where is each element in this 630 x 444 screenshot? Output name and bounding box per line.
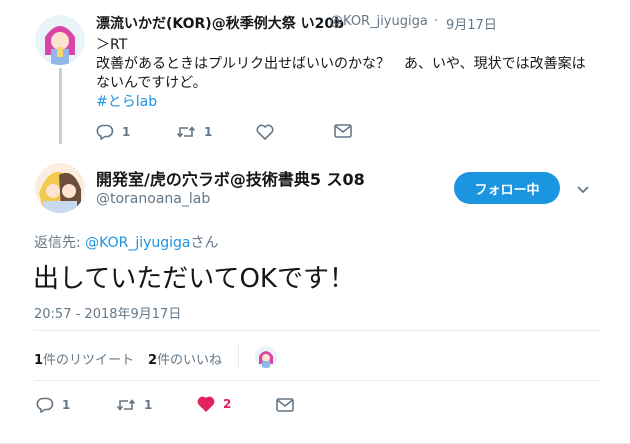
main-display-name[interactable]: 開発室/虎の穴ラボ@技術書典5 ス08 (96, 166, 365, 190)
parent-text-line: 改善があるときはプルリク出せばいいのかな？ あ、いや、現状では改善案は (96, 56, 586, 72)
avatar[interactable] (35, 15, 85, 65)
dm-button[interactable] (334, 124, 352, 138)
dm-button[interactable] (276, 398, 294, 412)
envelope-icon (334, 124, 352, 138)
main-tweet-text: 出していただいてOKです！ (33, 264, 355, 294)
parent-date[interactable]: 9月17日 (446, 14, 497, 33)
reply-button[interactable]: 1 (96, 124, 130, 140)
hashtag-link[interactable]: #とらlab (96, 93, 586, 112)
follow-button[interactable]: フォロー中 (454, 172, 560, 204)
heart-icon (197, 396, 215, 412)
divider (34, 380, 600, 381)
heart-icon (256, 124, 274, 140)
reply-icon (96, 124, 114, 140)
avatar[interactable] (35, 163, 85, 213)
reply-count: 1 (122, 125, 131, 139)
reply-suffix: さん (190, 235, 219, 251)
reply-button[interactable]: 1 (36, 397, 70, 413)
retweet-stats-count: 1 (34, 353, 44, 368)
envelope-icon (276, 398, 294, 412)
retweet-icon (116, 399, 136, 411)
retweet-count: 1 (144, 398, 153, 412)
parent-text-line: ないんですけど。 (96, 75, 207, 91)
reply-context: 返信先: @KOR_jiyugigaさん (34, 232, 219, 252)
like-stats[interactable]: 2件のいいね (148, 349, 222, 368)
parent-display-name[interactable]: 漂流いかだ(KOR)@秋季例大祭 い20b (96, 13, 344, 33)
reply-icon (36, 397, 54, 413)
retweet-count: 1 (204, 125, 213, 139)
like-button[interactable] (256, 124, 274, 140)
like-stats-count: 2 (148, 353, 158, 368)
parent-handle[interactable]: @KOR_jiyugiga (330, 14, 428, 29)
more-options-button[interactable] (576, 180, 590, 199)
reply-prefix: 返信先: (34, 235, 86, 251)
like-count: 2 (223, 397, 232, 411)
reply-to-link[interactable]: @KOR_jiyugiga (85, 235, 190, 251)
parent-text-line: ＞RT (96, 37, 128, 53)
retweet-stats[interactable]: 1件のリツイート (34, 349, 134, 368)
parent-tweet-text: ＞RT 改善があるときはプルリク出せばいいのかな？ あ、いや、現状では改善案は … (96, 36, 586, 112)
stats-divider (238, 343, 239, 369)
thread-connector-line (59, 68, 62, 144)
liker-avatar[interactable] (255, 346, 277, 368)
like-button[interactable]: 2 (197, 396, 231, 412)
retweet-icon (176, 126, 196, 138)
chevron-down-icon (577, 186, 589, 194)
reply-count: 1 (62, 398, 71, 412)
retweet-button[interactable]: 1 (116, 397, 152, 413)
retweet-stats-label: 件のリツイート (43, 353, 135, 368)
like-stats-label: 件のいいね (157, 353, 223, 368)
retweet-button[interactable]: 1 (176, 124, 212, 140)
main-handle[interactable]: @toranoana_lab (96, 191, 210, 207)
parent-dot-separator: · (434, 14, 439, 29)
timestamp[interactable]: 20:57 - 2018年9月17日 (34, 303, 181, 322)
divider (34, 330, 600, 331)
